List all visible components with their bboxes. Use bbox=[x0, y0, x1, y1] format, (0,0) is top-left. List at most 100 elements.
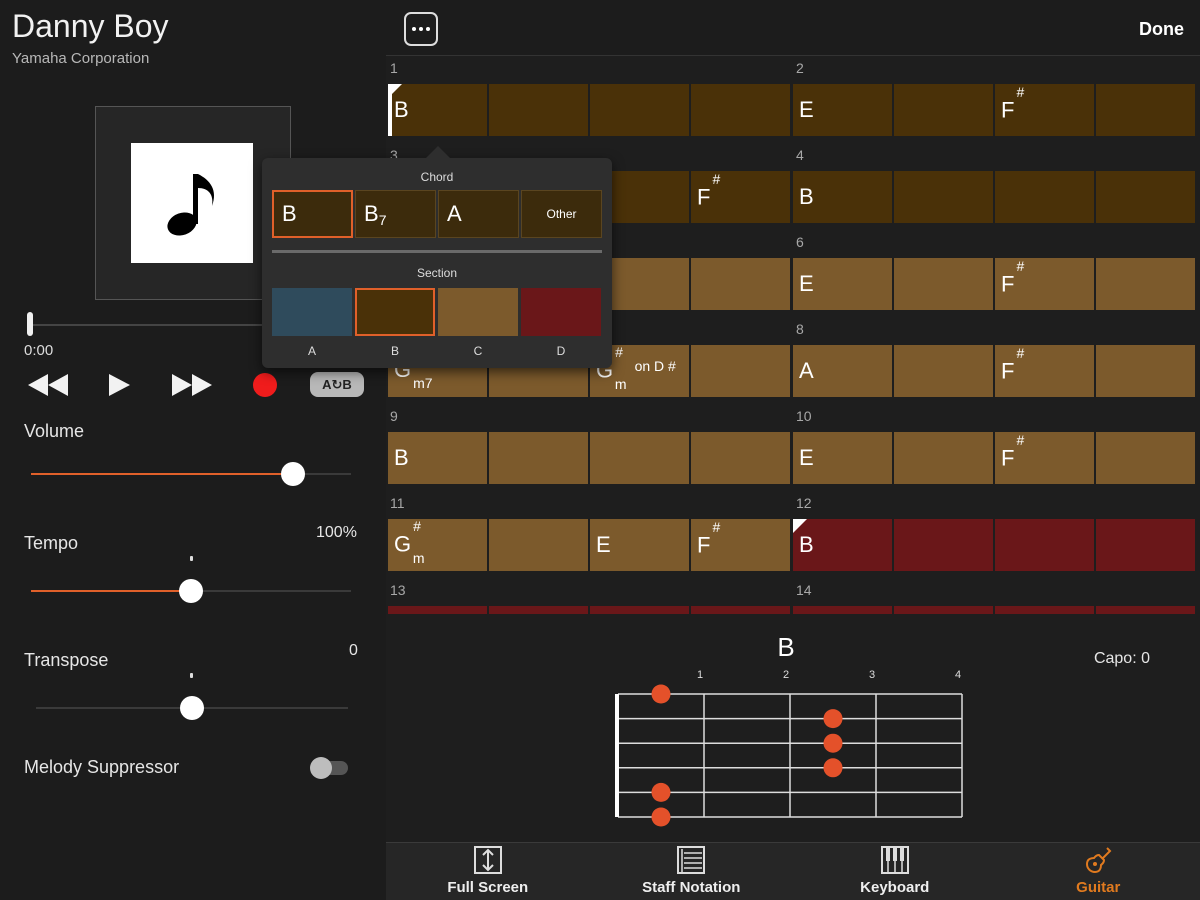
chord-cell[interactable] bbox=[1096, 606, 1195, 614]
nav-guitar[interactable]: Guitar bbox=[997, 843, 1200, 900]
more-options-button[interactable] bbox=[404, 12, 438, 46]
chord-cell[interactable]: E bbox=[590, 519, 689, 571]
chord-cell[interactable]: B bbox=[793, 171, 892, 223]
chord-cell[interactable] bbox=[894, 519, 993, 571]
record-button[interactable] bbox=[252, 372, 278, 403]
chord-cell[interactable] bbox=[995, 519, 1094, 571]
chord-cell[interactable]: B bbox=[793, 519, 892, 571]
chord-cell[interactable] bbox=[590, 432, 689, 484]
keyboard-icon bbox=[880, 846, 909, 874]
chord-cell[interactable]: F# bbox=[995, 258, 1094, 310]
chord-cell[interactable] bbox=[894, 345, 993, 397]
chord-cell[interactable]: E bbox=[793, 432, 892, 484]
chord-option-b[interactable]: B bbox=[272, 190, 353, 238]
chord-cell[interactable] bbox=[894, 258, 993, 310]
chord-cell[interactable]: E bbox=[793, 258, 892, 310]
chord-cell[interactable]: F# bbox=[691, 171, 790, 223]
chord-label: E bbox=[596, 532, 611, 557]
chord-cell[interactable]: F# bbox=[995, 432, 1094, 484]
chord-label: B bbox=[799, 184, 814, 209]
chord-cell[interactable] bbox=[995, 171, 1094, 223]
chord-label: F# bbox=[697, 171, 721, 210]
tempo-label: Tempo bbox=[24, 533, 79, 553]
transpose-label: Transpose bbox=[24, 650, 109, 670]
chord-cell[interactable]: B bbox=[388, 84, 487, 136]
volume-slider-thumb[interactable] bbox=[281, 462, 306, 486]
chord-option-b-label: B bbox=[282, 201, 297, 226]
chord-option-a[interactable]: A bbox=[438, 190, 519, 238]
chord-cell[interactable] bbox=[894, 606, 993, 614]
play-button[interactable] bbox=[106, 372, 132, 403]
nav-keyboard-label: Keyboard bbox=[860, 879, 930, 896]
chord-cell[interactable] bbox=[489, 606, 588, 614]
popover-section-header: Section bbox=[416, 266, 458, 280]
chord-cell[interactable] bbox=[489, 432, 588, 484]
section-label-d: D bbox=[556, 344, 566, 358]
staff-notation-icon bbox=[677, 846, 706, 874]
done-button[interactable]: Done bbox=[1139, 19, 1184, 40]
finger-dot bbox=[651, 807, 671, 827]
transpose-slider[interactable] bbox=[36, 696, 348, 720]
section-option-b[interactable] bbox=[355, 288, 435, 336]
tempo-slider[interactable] bbox=[31, 579, 351, 603]
chord-label: E bbox=[799, 97, 814, 122]
chord-cell[interactable] bbox=[691, 432, 790, 484]
chord-cell[interactable]: A bbox=[793, 345, 892, 397]
chord-cell[interactable] bbox=[691, 84, 790, 136]
chord-chart-panel: Done 12BEF#34F#B56EF#78Gm7G#mon D #AF#91… bbox=[386, 0, 1200, 842]
full-screen-icon bbox=[473, 846, 502, 874]
chord-cell[interactable] bbox=[691, 345, 790, 397]
chord-cell[interactable]: G#m bbox=[388, 518, 487, 571]
chord-cell[interactable] bbox=[489, 84, 588, 136]
chord-option-other[interactable]: Other bbox=[521, 190, 602, 238]
chord-cell[interactable] bbox=[894, 432, 993, 484]
nav-full-screen[interactable]: Full Screen bbox=[386, 843, 590, 900]
section-option-a[interactable] bbox=[272, 288, 352, 336]
fast-forward-button[interactable] bbox=[170, 372, 214, 403]
chord-cell[interactable] bbox=[995, 606, 1094, 614]
chord-option-b7-ext: 7 bbox=[378, 212, 387, 228]
section-label-c: C bbox=[473, 344, 483, 358]
chord-option-b7[interactable]: B7 bbox=[355, 190, 436, 238]
chord-cell[interactable] bbox=[388, 606, 487, 614]
transpose-value: 0 bbox=[349, 642, 358, 659]
measure-number: 14 bbox=[796, 582, 812, 598]
chord-cell[interactable]: F# bbox=[995, 84, 1094, 136]
capo-label: Capo: 0 bbox=[1093, 650, 1150, 667]
progress-track[interactable] bbox=[30, 324, 262, 326]
volume-slider[interactable] bbox=[31, 462, 351, 486]
chord-cell[interactable] bbox=[691, 606, 790, 614]
nav-staff-notation[interactable]: Staff Notation bbox=[590, 843, 794, 900]
chord-cell[interactable] bbox=[590, 84, 689, 136]
ab-repeat-button[interactable]: A↻B bbox=[310, 372, 364, 397]
nav-staff-notation-label: Staff Notation bbox=[642, 879, 741, 896]
chord-cell[interactable] bbox=[590, 606, 689, 614]
chord-cell[interactable]: F# bbox=[995, 345, 1094, 397]
chord-cell[interactable] bbox=[691, 258, 790, 310]
chord-cell[interactable] bbox=[1096, 84, 1195, 136]
chord-cell[interactable] bbox=[1096, 171, 1195, 223]
chord-cell[interactable]: F# bbox=[691, 519, 790, 571]
chord-cell[interactable]: B bbox=[388, 432, 487, 484]
chord-cell[interactable] bbox=[894, 171, 993, 223]
chord-cell[interactable] bbox=[1096, 432, 1195, 484]
chord-label: E bbox=[799, 271, 814, 296]
chord-cell[interactable] bbox=[894, 84, 993, 136]
bottom-nav: Full Screen Staff Notation Keyboard Guit… bbox=[386, 842, 1200, 900]
chord-cell[interactable] bbox=[1096, 345, 1195, 397]
chord-cell[interactable]: E bbox=[793, 84, 892, 136]
chord-cell[interactable] bbox=[793, 606, 892, 614]
nut bbox=[615, 694, 619, 817]
rewind-button[interactable] bbox=[26, 372, 70, 403]
section-option-d[interactable] bbox=[521, 288, 601, 336]
progress-handle[interactable] bbox=[27, 312, 33, 336]
nav-keyboard[interactable]: Keyboard bbox=[793, 843, 997, 900]
section-option-c[interactable] bbox=[438, 288, 518, 336]
transpose-slider-thumb[interactable] bbox=[180, 696, 204, 720]
chord-cell[interactable] bbox=[489, 519, 588, 571]
chord-cell[interactable] bbox=[1096, 519, 1195, 571]
melody-suppressor-toggle[interactable] bbox=[310, 757, 348, 779]
elapsed-time: 0:00 bbox=[24, 342, 54, 359]
tempo-slider-thumb[interactable] bbox=[179, 579, 203, 603]
chord-cell[interactable] bbox=[1096, 258, 1195, 310]
